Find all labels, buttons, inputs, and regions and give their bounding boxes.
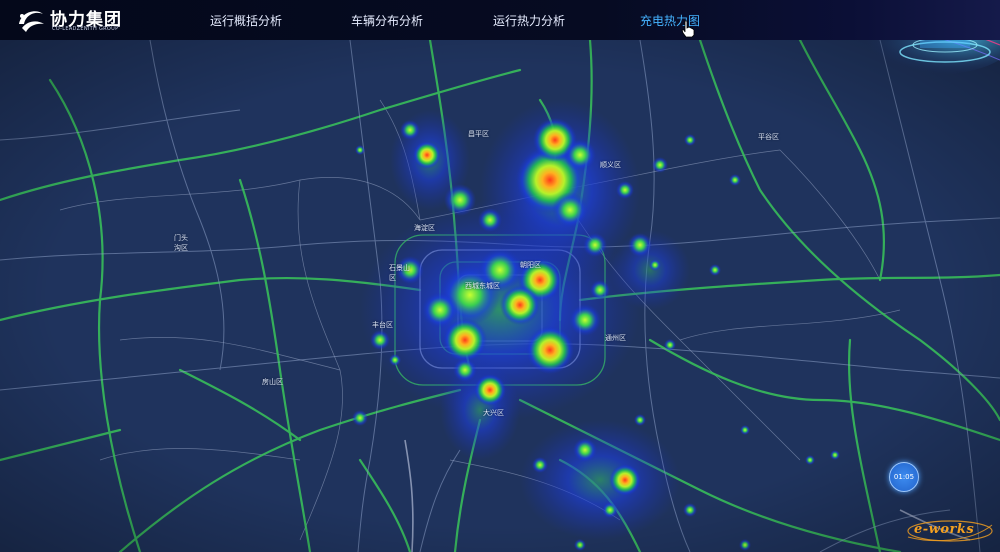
logo-subtitle: CO-LEADZENITH GROUP xyxy=(52,26,119,32)
district-label-haidian: 海淀区 xyxy=(414,224,435,232)
district-label-mentougou: 门头沟区 xyxy=(174,234,188,252)
charging-heatmap-map[interactable] xyxy=(0,40,1000,552)
district-label-chaoyang: 朝阳区 xyxy=(520,261,541,269)
district-label-shunyi: 顺义区 xyxy=(600,161,621,169)
district-label-pinggu: 平谷区 xyxy=(758,133,779,141)
district-label-changping: 昌平区 xyxy=(468,130,489,138)
watermark-text: e-works xyxy=(914,522,975,537)
district-label-shijingshan: 石景山区 xyxy=(389,264,410,282)
district-label-daxing: 大兴区 xyxy=(483,409,504,417)
time-playback-badge[interactable]: 01:05 xyxy=(889,462,919,492)
district-label-fangshan: 房山区 xyxy=(262,378,283,386)
district-label-tongzhou: 通州区 xyxy=(605,334,626,342)
logo-swirl-icon xyxy=(19,11,44,32)
tab-operation-overview[interactable]: 运行概括分析 xyxy=(210,12,282,29)
district-label-fengtai: 丰台区 xyxy=(372,321,393,329)
district-label-xicheng-dongcheng: 西城东城区 xyxy=(465,282,500,290)
hand-cursor-icon xyxy=(681,20,695,38)
tab-vehicle-distribution[interactable]: 车辆分布分析 xyxy=(351,12,423,29)
tab-operation-heatmap[interactable]: 运行热力分析 xyxy=(493,12,565,29)
top-nav-bar: 协力集团 CO-LEADZENITH GROUP 运行概括分析 车辆分布分析 运… xyxy=(0,0,1000,40)
